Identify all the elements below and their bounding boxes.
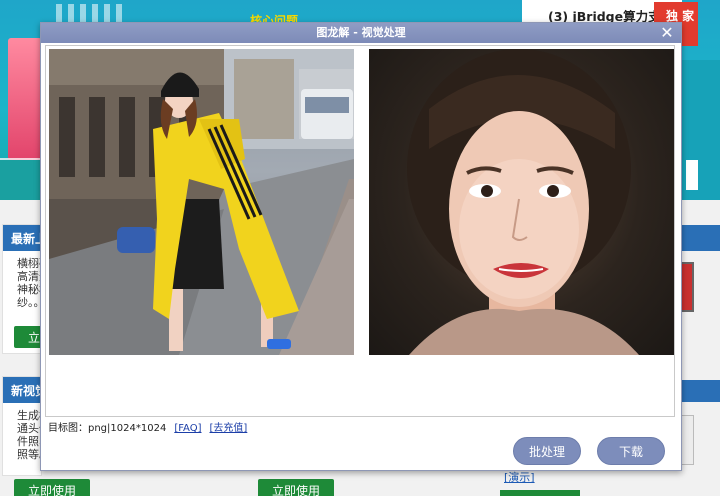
feature-card: 新视觉 生成椒 通头像 件照、 照等。 (2, 376, 50, 476)
use-now-button[interactable]: 立即使用 (14, 479, 91, 496)
batch-process-button[interactable]: 批处理 (513, 437, 581, 465)
source-photo-illustration (49, 49, 354, 355)
target-format-text: 目标图：png|1024*1024 (48, 423, 167, 434)
download-button[interactable]: 下载 (597, 437, 665, 465)
source-image (49, 49, 354, 355)
image-preview-area (45, 45, 675, 417)
feature-card-description: 生成椒 通头像 件照、 照等。 (17, 409, 50, 461)
use-now-button[interactable] (500, 490, 580, 496)
faq-link[interactable]: [FAQ] (174, 423, 201, 434)
feature-card-title: 最新上 (3, 225, 41, 251)
use-now-button[interactable]: 立 (14, 326, 42, 348)
dialog-title: 图龙解 - 视觉处理 (316, 26, 406, 39)
recharge-link[interactable]: [去充值] (210, 423, 248, 434)
side-card-header (676, 380, 720, 402)
processed-photo-illustration (407, 49, 639, 355)
status-bar: 目标图：png|1024*1024 [FAQ] [去充值] (48, 419, 247, 434)
close-icon[interactable]: ✕ (659, 23, 675, 43)
right-decoration-white (686, 160, 698, 190)
use-now-button[interactable]: 立即使用 (258, 479, 335, 496)
feature-card-title: 新视觉 (3, 377, 41, 403)
vision-processing-dialog: 图龙解 - 视觉处理 ✕ 目标图：png|1024*1024 [FAQ] [去充… (40, 22, 682, 471)
banner-graphic (8, 38, 42, 160)
dialog-titlebar[interactable]: 图龙解 - 视觉处理 ✕ (41, 23, 681, 43)
side-card-header (676, 225, 720, 251)
side-card-image (680, 415, 694, 465)
feature-card-description: 横栩磁 高清迈 神秘横 纱。。 (17, 257, 50, 309)
processed-image (369, 49, 674, 355)
demo-link[interactable]: [演示] (504, 469, 535, 485)
